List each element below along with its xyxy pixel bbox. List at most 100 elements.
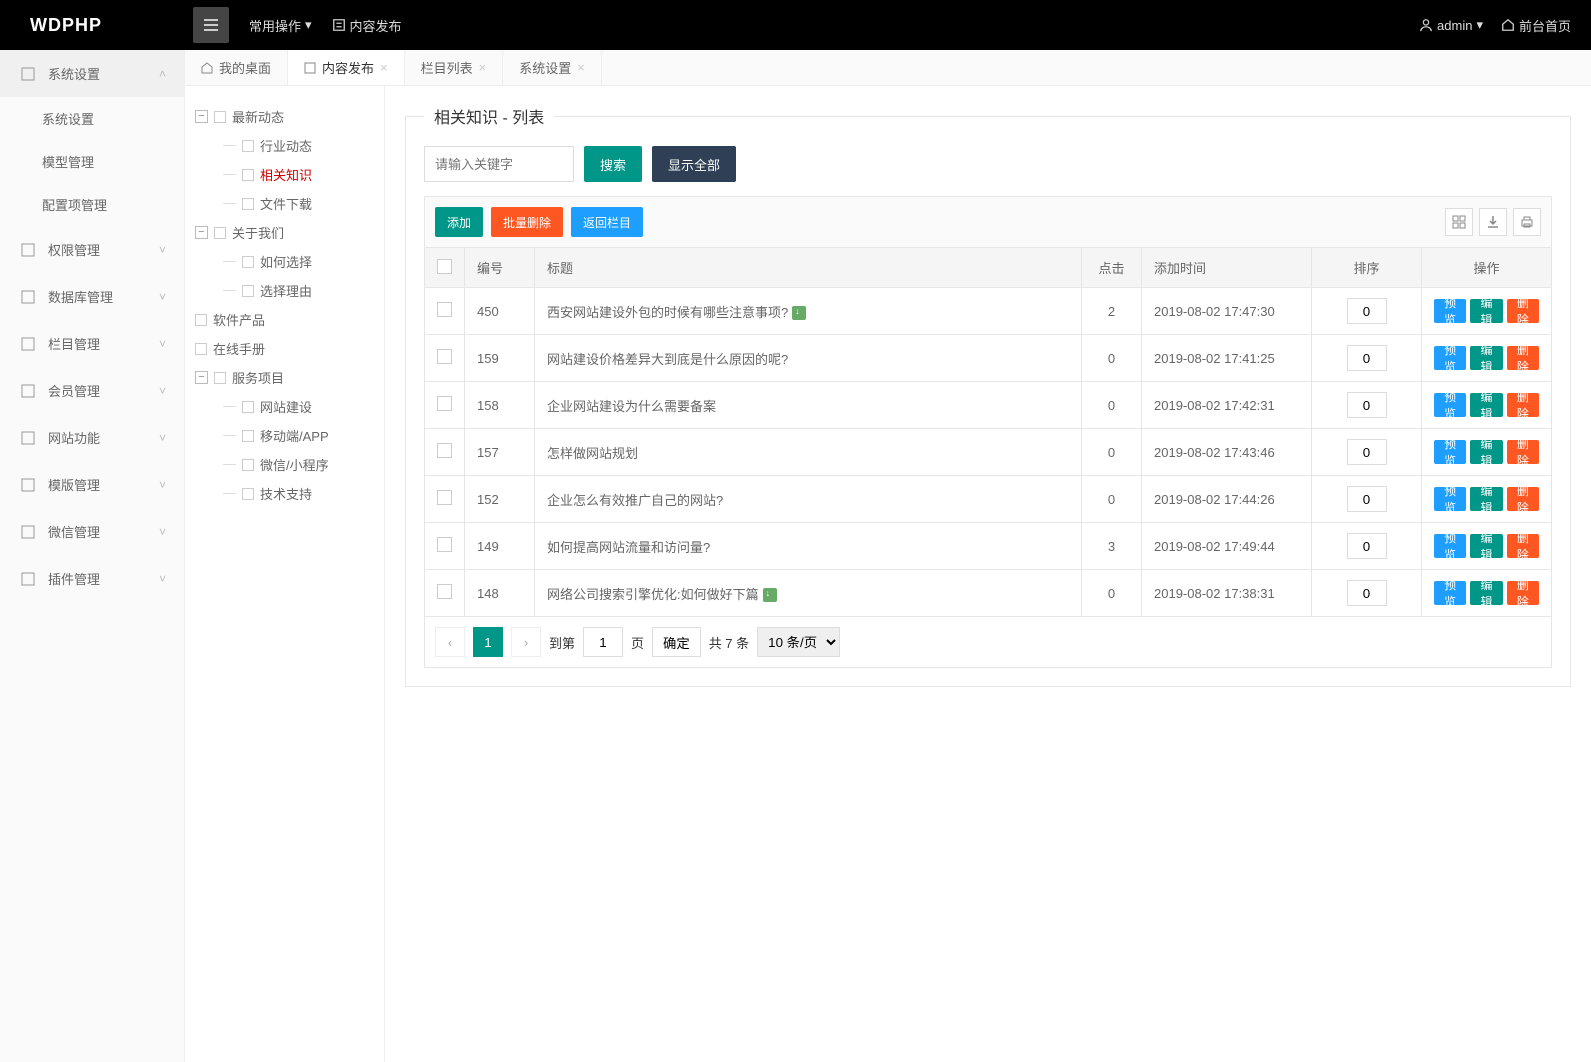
export-button[interactable] <box>1479 208 1507 236</box>
sidebar-item-7[interactable]: 微信管理˅ <box>0 508 184 555</box>
sort-input[interactable] <box>1347 580 1387 606</box>
batch-delete-button[interactable]: 批量删除 <box>491 207 563 237</box>
goto-input[interactable] <box>583 627 623 657</box>
delete-button[interactable]: 删除 <box>1507 346 1539 370</box>
tree-node-6[interactable]: 选择理由 <box>195 276 374 305</box>
preview-button[interactable]: 预览 <box>1434 487 1466 511</box>
tree-node-7[interactable]: 软件产品 <box>195 305 374 334</box>
search-button[interactable]: 搜索 <box>584 146 642 182</box>
tab-1[interactable]: 内容发布× <box>288 50 405 85</box>
sidebar-item-5[interactable]: 网站功能˅ <box>0 414 184 461</box>
tab-0[interactable]: 我的桌面 <box>185 50 288 85</box>
edit-button[interactable]: 编辑 <box>1470 581 1502 605</box>
cell-title[interactable]: 如何提高网站流量和访问量? <box>535 523 1082 570</box>
tree-node-5[interactable]: 如何选择 <box>195 247 374 276</box>
sidebar-sub-0-0[interactable]: 系统设置 <box>0 97 184 140</box>
sidebar-item-0[interactable]: 系统设置˄ <box>0 50 184 97</box>
sidebar-sub-0-2[interactable]: 配置项管理 <box>0 183 184 226</box>
tree-node-1[interactable]: 行业动态 <box>195 131 374 160</box>
back-column-button[interactable]: 返回栏目 <box>571 207 643 237</box>
preview-button[interactable]: 预览 <box>1434 393 1466 417</box>
cell-title[interactable]: 网络公司搜索引擎优化:如何做好下篇 <box>535 570 1082 617</box>
row-checkbox[interactable] <box>437 443 452 458</box>
cell-title[interactable]: 怎样做网站规划 <box>535 429 1082 476</box>
sort-input[interactable] <box>1347 345 1387 371</box>
tree-toggle-icon[interactable]: − <box>195 371 208 384</box>
col-hits[interactable]: 点击 <box>1082 248 1142 288</box>
close-icon[interactable]: × <box>380 60 388 75</box>
collapse-sidebar-button[interactable] <box>193 7 229 43</box>
delete-button[interactable]: 删除 <box>1507 534 1539 558</box>
checkbox-all[interactable] <box>437 259 452 274</box>
close-icon[interactable]: × <box>479 60 487 75</box>
sort-input[interactable] <box>1347 486 1387 512</box>
sidebar-item-1[interactable]: 权限管理˅ <box>0 226 184 273</box>
print-button[interactable] <box>1513 208 1541 236</box>
add-button[interactable]: 添加 <box>435 207 483 237</box>
header-menu-common[interactable]: 常用操作▾ <box>249 16 312 35</box>
sidebar-item-4[interactable]: 会员管理˅ <box>0 367 184 414</box>
front-link[interactable]: 前台首页 <box>1501 16 1571 35</box>
tree-toggle-icon[interactable]: − <box>195 226 208 239</box>
cell-title[interactable]: 网站建设价格差异大到底是什么原因的呢? <box>535 335 1082 382</box>
col-addtime[interactable]: 添加时间 <box>1142 248 1312 288</box>
sort-input[interactable] <box>1347 298 1387 324</box>
goto-ok-button[interactable]: 确定 <box>652 627 701 657</box>
sidebar-item-2[interactable]: 数据库管理˅ <box>0 273 184 320</box>
tree-node-2[interactable]: 相关知识 <box>195 160 374 189</box>
close-icon[interactable]: × <box>577 60 585 75</box>
delete-button[interactable]: 删除 <box>1507 581 1539 605</box>
tree-node-3[interactable]: 文件下载 <box>195 189 374 218</box>
row-checkbox[interactable] <box>437 349 452 364</box>
delete-button[interactable]: 删除 <box>1507 393 1539 417</box>
tree-node-10[interactable]: 网站建设 <box>195 392 374 421</box>
search-input[interactable] <box>424 146 574 182</box>
row-checkbox[interactable] <box>437 537 452 552</box>
edit-button[interactable]: 编辑 <box>1470 393 1502 417</box>
sidebar-item-3[interactable]: 栏目管理˅ <box>0 320 184 367</box>
edit-button[interactable]: 编辑 <box>1470 487 1502 511</box>
row-checkbox[interactable] <box>437 584 452 599</box>
preview-button[interactable]: 预览 <box>1434 534 1466 558</box>
tab-3[interactable]: 系统设置× <box>503 50 602 85</box>
sort-input[interactable] <box>1347 533 1387 559</box>
filter-columns-button[interactable] <box>1445 208 1473 236</box>
showall-button[interactable]: 显示全部 <box>652 146 736 182</box>
row-checkbox[interactable] <box>437 302 452 317</box>
preview-button[interactable]: 预览 <box>1434 346 1466 370</box>
edit-button[interactable]: 编辑 <box>1470 440 1502 464</box>
header-menu-publish[interactable]: 内容发布 <box>332 16 402 35</box>
tree-node-13[interactable]: 技术支持 <box>195 479 374 508</box>
prev-page-button[interactable]: ‹ <box>435 627 465 657</box>
tree-toggle-icon[interactable]: − <box>195 110 208 123</box>
row-checkbox[interactable] <box>437 490 452 505</box>
tab-2[interactable]: 栏目列表× <box>405 50 504 85</box>
per-page-select[interactable]: 10 条/页 <box>757 627 840 657</box>
tree-node-0[interactable]: −最新动态 <box>195 102 374 131</box>
col-id[interactable]: 编号 <box>465 248 535 288</box>
edit-button[interactable]: 编辑 <box>1470 346 1502 370</box>
edit-button[interactable]: 编辑 <box>1470 299 1502 323</box>
sidebar-item-6[interactable]: 模版管理˅ <box>0 461 184 508</box>
row-checkbox[interactable] <box>437 396 452 411</box>
tree-node-12[interactable]: 微信/小程序 <box>195 450 374 479</box>
preview-button[interactable]: 预览 <box>1434 299 1466 323</box>
cell-title[interactable]: 企业怎么有效推广自己的网站? <box>535 476 1082 523</box>
tree-node-4[interactable]: −关于我们 <box>195 218 374 247</box>
delete-button[interactable]: 删除 <box>1507 487 1539 511</box>
tree-node-9[interactable]: −服务项目 <box>195 363 374 392</box>
col-title[interactable]: 标题 <box>535 248 1082 288</box>
cell-title[interactable]: 企业网站建设为什么需要备案 <box>535 382 1082 429</box>
col-sort[interactable]: 排序 <box>1312 248 1422 288</box>
preview-button[interactable]: 预览 <box>1434 440 1466 464</box>
tree-node-11[interactable]: 移动端/APP <box>195 421 374 450</box>
tree-node-8[interactable]: 在线手册 <box>195 334 374 363</box>
sidebar-sub-0-1[interactable]: 模型管理 <box>0 140 184 183</box>
delete-button[interactable]: 删除 <box>1507 440 1539 464</box>
cell-title[interactable]: 西安网站建设外包的时候有哪些注意事项? <box>535 288 1082 335</box>
page-1-button[interactable]: 1 <box>473 627 503 657</box>
sort-input[interactable] <box>1347 392 1387 418</box>
preview-button[interactable]: 预览 <box>1434 581 1466 605</box>
next-page-button[interactable]: › <box>511 627 541 657</box>
edit-button[interactable]: 编辑 <box>1470 534 1502 558</box>
